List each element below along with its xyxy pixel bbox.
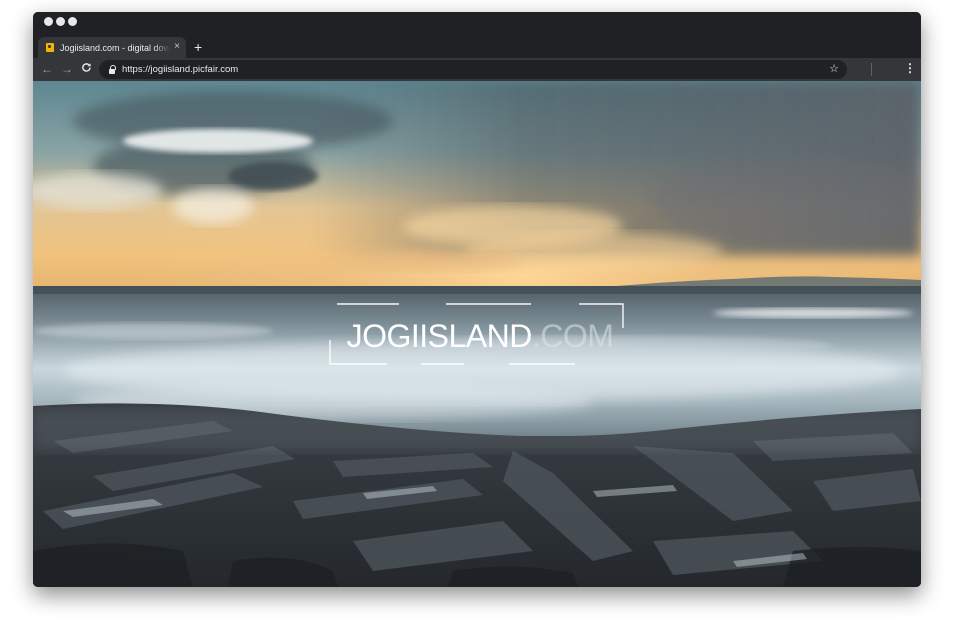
logo-text: JOGIISLAND.COM (339, 318, 621, 354)
tab-strip: Jogiisland.com - digital downlo × + (33, 36, 921, 58)
lock-icon (109, 64, 116, 74)
toolbar-divider (871, 63, 872, 76)
page-hero: JOGIISLAND.COM (33, 81, 921, 587)
tab-title: Jogiisland.com - digital downlo (60, 42, 170, 53)
reload-glyph (82, 63, 91, 72)
new-tab-button[interactable]: + (194, 40, 202, 54)
back-arrow-icon[interactable]: ← (41, 62, 53, 76)
minimize-window-button[interactable] (56, 17, 65, 26)
tab-close-icon[interactable]: × (174, 41, 180, 53)
browser-window: Jogiisland.com - digital downlo × + ← → … (33, 12, 921, 587)
reload-icon[interactable] (81, 62, 92, 76)
bookmark-star-icon[interactable]: ☆ (829, 62, 839, 76)
forward-arrow-icon[interactable]: → (61, 62, 73, 76)
picfair-favicon-icon (46, 43, 54, 52)
url-text[interactable]: https://jogiisland.picfair.com (122, 64, 238, 75)
tab-jogiisland[interactable]: Jogiisland.com - digital downlo × (38, 37, 186, 58)
menu-dots-icon[interactable]: ⋮ (904, 61, 916, 76)
title-bar (33, 12, 921, 36)
close-window-button[interactable] (44, 17, 53, 26)
logo-name: JOGIISLAND (346, 318, 533, 354)
maximize-window-button[interactable] (68, 17, 77, 26)
browser-toolbar: ← → https://jogiisland.picfair.com ☆ ⋮ (33, 58, 921, 81)
logo-domain-suffix: .COM (531, 318, 614, 354)
site-logo[interactable]: JOGIISLAND.COM (329, 303, 627, 365)
address-bar[interactable]: https://jogiisland.picfair.com ☆ (99, 60, 847, 79)
